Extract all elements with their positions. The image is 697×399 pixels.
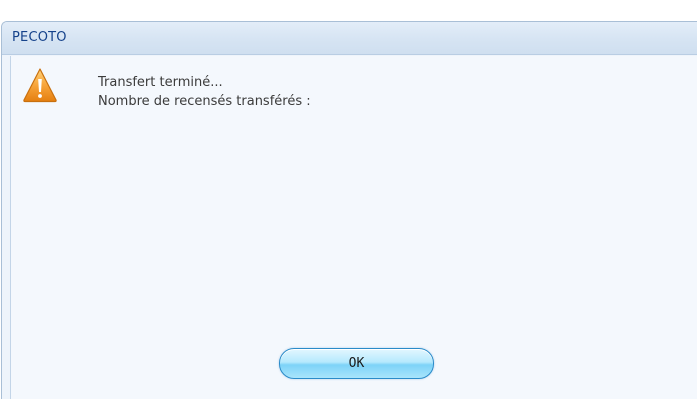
message-line-transfer-done: Transfert terminé... [98, 75, 223, 90]
warning-icon [23, 68, 57, 103]
dialog-body: Transfert terminé... Nombre de recensés … [10, 56, 697, 399]
message-text: Transfert terminé... Nombre de recensés … [98, 73, 311, 111]
ok-button[interactable]: OK [279, 348, 434, 379]
message-dialog: PECOTO Transfert terminé... Nombre de re… [1, 21, 697, 399]
message-line-count: Nombre de recensés transférés : [98, 94, 311, 109]
title-bar[interactable]: PECOTO [2, 22, 697, 55]
window-title: PECOTO [12, 30, 67, 45]
